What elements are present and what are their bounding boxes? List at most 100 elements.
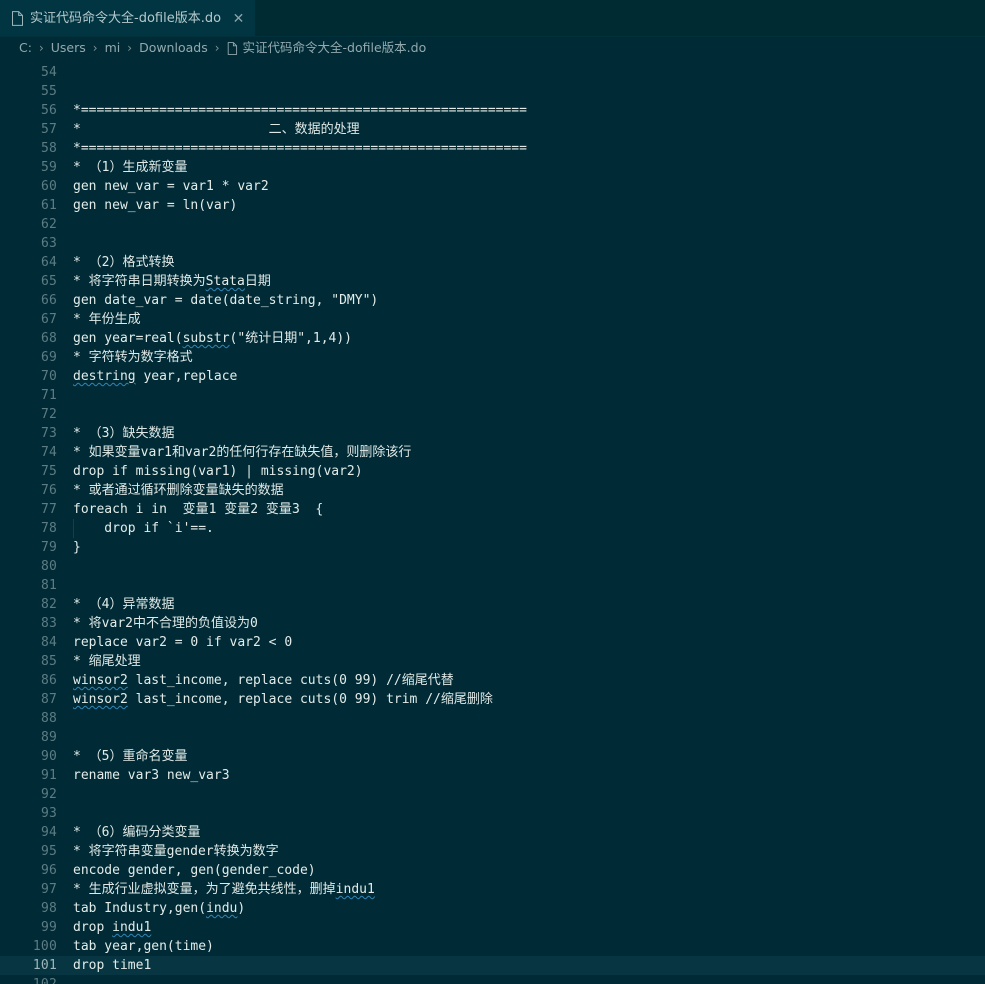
breadcrumb-item-users[interactable]: Users [51,41,86,55]
code-line[interactable]: 54 [0,63,985,82]
code-line[interactable]: 88 [0,709,985,728]
code-line[interactable]: 59 * （1）生成新变量 [0,158,985,177]
code-line[interactable]: 102 [0,975,985,984]
breadcrumb: C: › Users › mi › Downloads › 实证代码命令大全-d… [0,37,985,59]
code-line-text: * 生成行业虚拟变量，为了避免共线性，删掉indu1 [73,882,375,897]
code-line[interactable]: 83 * 将var2中不合理的负值设为0 [0,614,985,633]
code-line-text: * 二、数据的处理 [73,122,360,137]
code-line[interactable]: 97 * 生成行业虚拟变量，为了避免共线性，删掉indu1 [0,880,985,899]
code-line[interactable]: 90 * （5）重命名变量 [0,747,985,766]
code-line[interactable]: 101 drop time1 [0,956,985,975]
code-line[interactable]: 98 tab Industry,gen(indu) [0,899,985,918]
code-line[interactable]: 56 *=====================================… [0,101,985,120]
line-number: 83 [40,616,57,631]
code-line[interactable]: 71 [0,386,985,405]
code-line[interactable]: 70 destring year,replace [0,367,985,386]
code-line[interactable]: 92 [0,785,985,804]
line-number: 87 [40,692,57,707]
code-line[interactable]: 100 tab year,gen(time) [0,937,985,956]
code-line[interactable]: 69 * 字符转为数字格式 [0,348,985,367]
code-line-text: gen year=real(substr("统计日期",1,4)) [73,331,353,346]
code-line[interactable]: 64 * （2）格式转换 [0,253,985,272]
breadcrumb-item-mi[interactable]: mi [105,41,121,55]
code-line[interactable]: 94 * （6）编码分类变量 [0,823,985,842]
line-number: 81 [40,578,57,593]
line-number: 55 [40,84,57,99]
line-number: 70 [40,369,57,384]
line-number: 95 [40,844,57,859]
code-line[interactable]: 65 * 将字符串日期转换为Stata日期 [0,272,985,291]
code-line[interactable]: 85 * 缩尾处理 [0,652,985,671]
chevron-right-icon: › [92,41,98,55]
code-line-text: * 如果变量var1和var2的任何行存在缺失值，则删除该行 [73,445,412,460]
code-line[interactable]: 79} [0,538,985,557]
code-line-text: destring year,replace [73,369,238,384]
code-line[interactable]: 96 encode gender, gen(gender_code) [0,861,985,880]
indent-guide [73,519,74,538]
code-line[interactable]: 99 drop indu1 [0,918,985,937]
code-line[interactable]: 72 [0,405,985,424]
line-number: 76 [40,483,57,498]
editor-tab[interactable]: 实证代码命令大全-dofile版本.do ✕ [0,0,257,37]
code-line-text: winsor2 last_income, replace cuts(0 99) … [73,673,454,688]
code-line[interactable]: 86 winsor2 last_income, replace cuts(0 99… [0,671,985,690]
code-lines-container: 53545556*===============================… [0,59,985,984]
chevron-right-icon: › [127,41,133,55]
code-line[interactable]: 67 * 年份生成 [0,310,985,329]
line-number: 69 [40,350,57,365]
line-number: 79 [40,540,57,555]
breadcrumb-item-downloads[interactable]: Downloads [139,41,208,55]
code-line[interactable]: 95 * 将字符串变量gender转换为数字 [0,842,985,861]
code-line[interactable]: 87 winsor2 last_income, replace cuts(0 99… [0,690,985,709]
code-line-text: } [73,540,81,555]
code-line[interactable]: 77 foreach i in 变量1 变量2 变量3 { [0,500,985,519]
code-line[interactable]: 74 * 如果变量var1和var2的任何行存在缺失值，则删除该行 [0,443,985,462]
code-line-text: *=======================================… [73,103,527,118]
code-line[interactable]: 75 drop if missing(var1) | missing(var2) [0,462,985,481]
line-number: 64 [40,255,57,270]
code-line-text: drop if `i'==. [73,519,214,538]
line-number: 88 [40,711,57,726]
code-line[interactable]: 82 * （4）异常数据 [0,595,985,614]
code-line[interactable]: 93 [0,804,985,823]
breadcrumb-item-drive[interactable]: C: [19,41,32,55]
code-line[interactable]: 62 [0,215,985,234]
code-line-text: * 将var2中不合理的负值设为0 [73,616,258,631]
code-line-text: replace var2 = 0 if var2 < 0 [73,635,293,650]
line-number: 91 [40,768,57,783]
code-line[interactable]: 91 rename var3 new_var3 [0,766,985,785]
code-line[interactable]: 78 drop if `i'==. [0,519,985,538]
code-line-text: * 字符转为数字格式 [73,350,193,365]
breadcrumb-item-file[interactable]: 实证代码命令大全-dofile版本.do [227,39,427,55]
code-line[interactable]: 63 [0,234,985,253]
chevron-right-icon: › [214,41,220,55]
code-line[interactable]: 73 * （3）缺失数据 [0,424,985,443]
line-number: 96 [40,863,57,878]
code-line-text: * 将字符串变量gender转换为数字 [73,844,279,859]
code-line[interactable]: 76 * 或者通过循环删除变量缺失的数据 [0,481,985,500]
code-line[interactable]: 66 gen date_var = date(date_string, "DMY"… [0,291,985,310]
line-number: 101 [32,958,57,973]
chevron-right-icon: › [38,41,44,55]
line-number: 71 [40,388,57,403]
line-number: 102 [0,975,57,984]
code-line[interactable]: 57 * 二、数据的处理 [0,120,985,139]
code-editor[interactable]: 53545556*===============================… [0,59,985,984]
code-line[interactable]: 61 gen new_var = ln(var) [0,196,985,215]
code-line-text: drop indu1 [73,920,152,935]
code-line[interactable]: 81 [0,576,985,595]
code-line[interactable]: 89 [0,728,985,747]
code-line[interactable]: 84 replace var2 = 0 if var2 < 0 [0,633,985,652]
line-number: 75 [40,464,57,479]
close-icon[interactable]: ✕ [231,12,246,26]
line-number: 98 [40,901,57,916]
code-line-text: gen new_var = var1 * var2 [73,179,269,194]
code-line-text: gen date_var = date(date_string, "DMY") [73,293,379,308]
code-line[interactable]: 55 [0,82,985,101]
breadcrumb-file-label: 实证代码命令大全-dofile版本.do [242,39,427,55]
line-number: 82 [40,597,57,612]
code-line[interactable]: 60 gen new_var = var1 * var2 [0,177,985,196]
code-line[interactable]: 58 *=====================================… [0,139,985,158]
code-line[interactable]: 80 [0,557,985,576]
code-line[interactable]: 68 gen year=real(substr("统计日期",1,4)) [0,329,985,348]
